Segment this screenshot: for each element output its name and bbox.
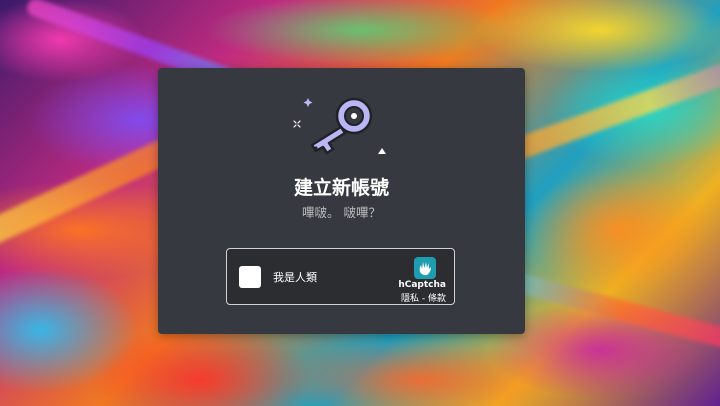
page-title: 建立新帳號	[293, 177, 389, 199]
page-subtitle: 嗶啵。 啵嗶？	[302, 205, 381, 220]
hcaptcha-links: 隱私 - 條款	[401, 291, 446, 304]
human-checkbox-label: 我是人類	[273, 271, 317, 284]
hcaptcha-widget: 我是人類 hCaptcha 隱私 - 條款	[226, 248, 455, 305]
links-separator: -	[419, 294, 428, 304]
human-checkbox[interactable]	[239, 266, 261, 288]
captcha-modal: 建立新帳號 嗶啵。 啵嗶？ 我是人類 hCaptcha 隱私 - 條款	[158, 68, 525, 334]
hcaptcha-brand: hCaptcha	[398, 280, 446, 290]
hcaptcha-hand-icon[interactable]	[414, 257, 436, 279]
terms-link[interactable]: 條款	[428, 294, 446, 304]
key-icon	[293, 97, 386, 155]
privacy-link[interactable]: 隱私	[401, 294, 419, 304]
